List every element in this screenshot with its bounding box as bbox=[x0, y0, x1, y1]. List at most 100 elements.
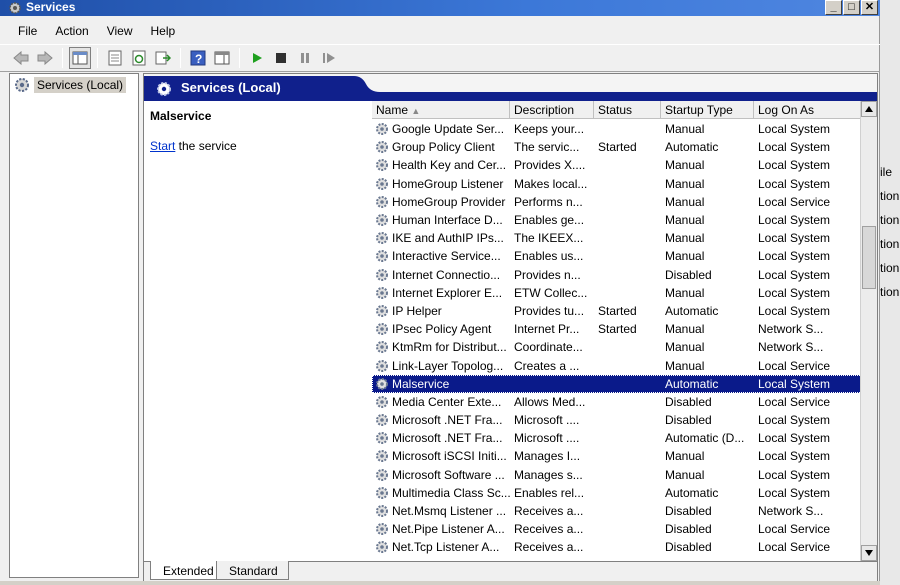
log-on-as-cell: Local System bbox=[758, 413, 831, 428]
tab-standard[interactable]: Standard bbox=[216, 561, 289, 580]
table-row[interactable]: Media Center Exte... Allows Med... Disable… bbox=[372, 393, 862, 411]
forward-button[interactable] bbox=[34, 47, 56, 69]
menu-action[interactable]: Action bbox=[45, 21, 96, 43]
start-service-button[interactable] bbox=[246, 47, 268, 69]
description-cell: ETW Collec... bbox=[514, 285, 588, 300]
description-cell: Performs n... bbox=[514, 194, 583, 209]
service-name-text: Internet Connectio... bbox=[392, 267, 501, 282]
startup-type-cell: Manual bbox=[665, 231, 705, 246]
service-name-text: Group Policy Client bbox=[392, 140, 495, 155]
refresh-button[interactable] bbox=[128, 47, 150, 69]
table-row[interactable]: Net.Tcp Listener A... Receives a... Disabl… bbox=[372, 538, 862, 556]
restart-service-button[interactable] bbox=[318, 47, 340, 69]
gear-icon bbox=[15, 78, 29, 92]
menu-view[interactable]: View bbox=[97, 21, 141, 43]
table-row[interactable]: Microsoft iSCSI Initi... Manages I... Manu… bbox=[372, 447, 862, 465]
startup-type-cell: Disabled bbox=[665, 267, 712, 282]
status-bar bbox=[0, 581, 880, 585]
service-gear-icon bbox=[375, 540, 389, 554]
vertical-scrollbar[interactable] bbox=[860, 101, 877, 561]
table-row[interactable]: Internet Explorer E... ETW Collec... Manua… bbox=[372, 284, 862, 302]
log-on-as-cell: Local System bbox=[758, 231, 831, 246]
startup-type-cell: Disabled bbox=[665, 394, 712, 409]
close-button[interactable]: ✕ bbox=[861, 0, 878, 15]
startup-type-cell: Manual bbox=[665, 158, 705, 173]
table-row[interactable]: KtmRm for Distribut... Coordinate... Manua… bbox=[372, 338, 862, 356]
table-row[interactable]: Net.Pipe Listener A... Receives a... Disab… bbox=[372, 520, 862, 538]
scroll-thumb[interactable] bbox=[862, 226, 876, 289]
status-cell: Started bbox=[598, 140, 637, 155]
tab-extended[interactable]: Extended bbox=[150, 561, 225, 580]
column-header-startup-type[interactable]: Startup Type bbox=[661, 101, 754, 119]
stop-service-button[interactable] bbox=[270, 47, 292, 69]
log-on-as-cell: Network S... bbox=[758, 322, 824, 337]
table-row[interactable]: Link-Layer Topolog... Creates a ... Manual… bbox=[372, 356, 862, 374]
table-row[interactable]: Google Update Ser... Keeps your... Manual L… bbox=[372, 120, 862, 138]
forward-arrow-icon bbox=[37, 51, 53, 65]
table-row[interactable]: Interactive Service... Enables us... Manua… bbox=[372, 247, 862, 265]
pause-service-button[interactable] bbox=[294, 47, 316, 69]
maximize-button[interactable]: □ bbox=[843, 0, 860, 15]
service-name-cell: Interactive Service... bbox=[372, 249, 510, 263]
table-row[interactable]: HomeGroup Provider Performs n... Manual Loc… bbox=[372, 193, 862, 211]
service-name-text: Malservice bbox=[392, 376, 450, 391]
log-on-as-cell: Local Service bbox=[758, 522, 831, 537]
menu-file[interactable]: File bbox=[8, 21, 45, 43]
help-button[interactable]: ? bbox=[187, 47, 209, 69]
description-cell: The IKEEX... bbox=[514, 231, 584, 246]
service-gear-icon bbox=[375, 304, 389, 318]
service-name-text: IP Helper bbox=[392, 303, 442, 318]
column-header-name[interactable]: Name ▲ bbox=[372, 101, 510, 119]
title-bar[interactable]: Services _ □ ✕ bbox=[0, 0, 880, 16]
table-row[interactable]: Group Policy Client The servic... Started A… bbox=[372, 138, 862, 156]
startup-type-cell: Disabled bbox=[665, 413, 712, 428]
table-row[interactable]: Microsoft Software ... Manages s... Manual… bbox=[372, 466, 862, 484]
table-row[interactable]: Net.Msmq Listener ... Receives a... Disabl… bbox=[372, 502, 862, 520]
column-header-description[interactable]: Description bbox=[510, 101, 594, 119]
service-gear-icon bbox=[375, 395, 389, 409]
column-header-log-on-as[interactable]: Log On As bbox=[754, 101, 862, 119]
startup-type-cell: Manual bbox=[665, 285, 705, 300]
table-row[interactable]: Internet Connectio... Provides n... Disabl… bbox=[372, 266, 862, 284]
table-row[interactable]: Malservice Automatic Local System bbox=[372, 374, 862, 393]
back-button[interactable] bbox=[10, 47, 32, 69]
column-header-status[interactable]: Status bbox=[594, 101, 661, 119]
log-on-as-cell: Local Service bbox=[758, 358, 831, 373]
description-cell: Provides tu... bbox=[514, 303, 585, 318]
table-row[interactable]: Human Interface D... Enables ge... Manual L… bbox=[372, 211, 862, 229]
scroll-down-button[interactable] bbox=[861, 545, 877, 561]
tree-item-label: Services (Local) bbox=[34, 77, 127, 93]
minimize-button[interactable]: _ bbox=[825, 0, 842, 15]
tree-item-services-local[interactable]: Services (Local) bbox=[14, 77, 127, 93]
service-gear-icon bbox=[375, 340, 389, 354]
table-row[interactable]: Microsoft .NET Fra... Microsoft .... Autom… bbox=[372, 429, 862, 447]
service-gear-icon bbox=[375, 249, 389, 263]
service-name-cell: Health Key and Cer... bbox=[372, 158, 510, 172]
table-row[interactable]: IP Helper Provides tu... Started Automatic L… bbox=[372, 302, 862, 320]
description-cell: Provides n... bbox=[514, 267, 581, 282]
show-hide-console-tree-button[interactable] bbox=[69, 47, 91, 69]
table-row[interactable]: IKE and AuthIP IPs... The IKEEX... Manual L… bbox=[372, 229, 862, 247]
service-name-text: Link-Layer Topolog... bbox=[392, 358, 504, 373]
properties-button[interactable] bbox=[104, 47, 126, 69]
service-gear-icon bbox=[375, 158, 389, 172]
service-name-cell: Microsoft .NET Fra... bbox=[372, 413, 510, 427]
scroll-up-button[interactable] bbox=[861, 101, 877, 117]
export-list-button[interactable] bbox=[152, 47, 174, 69]
background-text: tion bbox=[880, 213, 900, 227]
startup-type-cell: Manual bbox=[665, 213, 705, 228]
table-row[interactable]: Health Key and Cer... Provides X.... Manua… bbox=[372, 156, 862, 174]
table-row[interactable]: Multimedia Class Sc... Enables rel... Auto… bbox=[372, 484, 862, 502]
menu-help[interactable]: Help bbox=[141, 21, 184, 43]
show-action-pane-button[interactable] bbox=[211, 47, 233, 69]
service-name-cell: Human Interface D... bbox=[372, 213, 510, 227]
service-gear-icon bbox=[375, 504, 389, 518]
table-row[interactable]: HomeGroup Listener Makes local... Manual Lo… bbox=[372, 175, 862, 193]
log-on-as-cell: Local System bbox=[758, 176, 831, 191]
service-name-cell: Link-Layer Topolog... bbox=[372, 359, 510, 373]
background-text: tion bbox=[880, 237, 900, 251]
table-row[interactable]: IPsec Policy Agent Internet Pr... Started M… bbox=[372, 320, 862, 338]
start-service-link[interactable]: Start bbox=[150, 139, 175, 153]
stop-icon bbox=[276, 53, 286, 63]
table-row[interactable]: Microsoft .NET Fra... Microsoft .... Disab… bbox=[372, 411, 862, 429]
